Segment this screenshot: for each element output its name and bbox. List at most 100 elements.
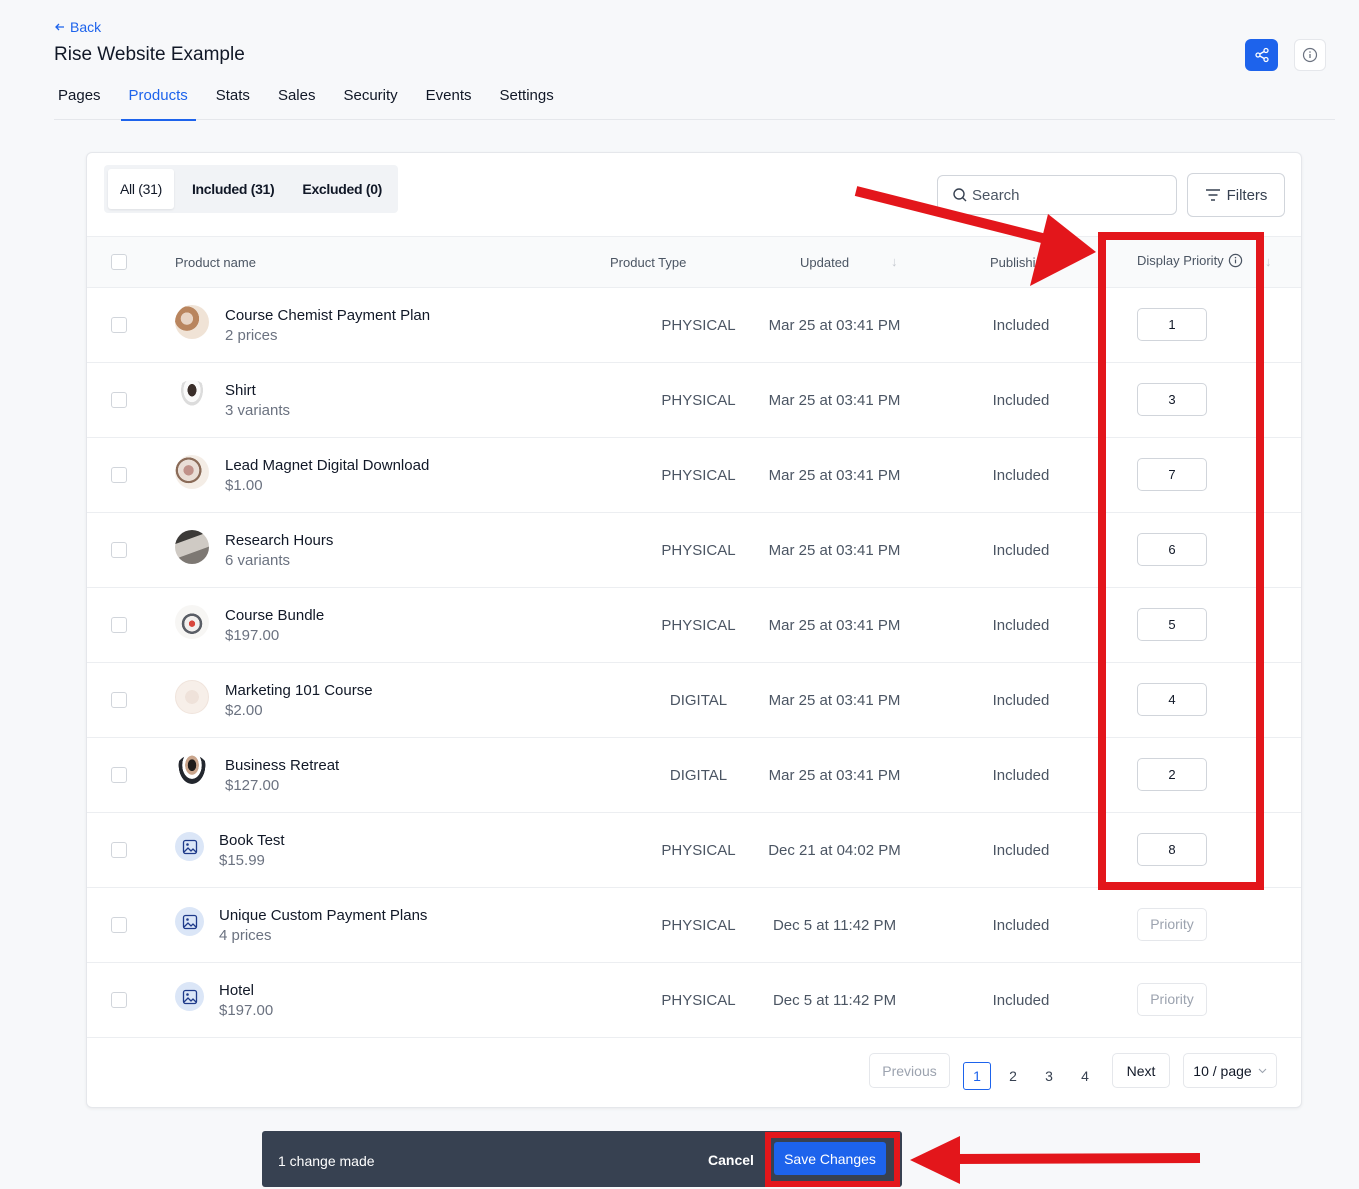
save-changes-button[interactable]: Save Changes	[774, 1142, 886, 1175]
product-name[interactable]: Course Bundle	[225, 607, 324, 624]
page-2-button[interactable]: 2	[999, 1062, 1027, 1090]
chevron-down-icon	[1258, 1068, 1267, 1073]
arrow-to-save	[954, 1153, 1201, 1164]
product-name[interactable]: Research Hours	[225, 532, 333, 549]
row-checkbox[interactable]	[111, 767, 127, 783]
tab-sales[interactable]: Sales	[274, 84, 320, 120]
product-name[interactable]: Shirt	[225, 382, 256, 399]
filter-all[interactable]: All (31)	[108, 169, 174, 209]
next-page-button[interactable]: Next	[1112, 1053, 1170, 1088]
product-thumbnail	[175, 605, 209, 639]
sort-priority-icon[interactable]: ↓	[1265, 254, 1272, 269]
priority-input[interactable]	[1137, 683, 1207, 716]
product-publishing: Included	[992, 917, 1050, 934]
back-label: Back	[70, 19, 102, 35]
product-name[interactable]: Lead Magnet Digital Download	[225, 457, 429, 474]
row-checkbox[interactable]	[111, 542, 127, 558]
product-name[interactable]: Marketing 101 Course	[225, 682, 373, 699]
search-input[interactable]	[972, 186, 1162, 204]
product-sub: $197.00	[225, 627, 280, 644]
table-row: Course Bundle $197.00 PHYSICAL Mar 25 at…	[87, 588, 1301, 663]
priority-input[interactable]	[1137, 908, 1207, 941]
product-thumbnail	[175, 755, 209, 789]
product-thumbnail	[175, 455, 209, 489]
tab-settings[interactable]: Settings	[496, 84, 558, 120]
product-sub: $197.00	[219, 1002, 274, 1019]
priority-input[interactable]	[1137, 983, 1207, 1016]
info-icon[interactable]	[1228, 253, 1243, 268]
priority-input[interactable]	[1137, 758, 1207, 791]
table-row: Business Retreat $127.00 DIGITAL Mar 25 …	[87, 738, 1301, 813]
product-updated: Mar 25 at 03:41 PM	[768, 317, 901, 334]
search-icon	[953, 188, 967, 202]
table-row: Unique Custom Payment Plans 4 prices PHY…	[87, 888, 1301, 963]
info-icon	[1302, 47, 1318, 63]
main-tabs: Pages Products Stats Sales Security Even…	[54, 84, 1335, 121]
page-title: Rise Website Example	[54, 44, 245, 65]
table-row: Hotel $197.00 PHYSICAL Dec 5 at 11:42 PM…	[87, 963, 1301, 1038]
priority-input[interactable]	[1137, 308, 1207, 341]
priority-input[interactable]	[1137, 533, 1207, 566]
row-checkbox[interactable]	[111, 617, 127, 633]
image-placeholder-icon	[175, 982, 204, 1011]
table-row: Book Test $15.99 PHYSICAL Dec 21 at 04:0…	[87, 813, 1301, 888]
select-all-checkbox[interactable]	[111, 254, 127, 270]
back-link[interactable]: Back	[54, 19, 101, 35]
tab-products[interactable]: Products	[120, 84, 196, 121]
col-display-priority-label: Display Priority	[1137, 253, 1224, 268]
priority-input[interactable]	[1137, 833, 1207, 866]
sort-updated-icon[interactable]: ↓	[891, 254, 898, 269]
product-name[interactable]: Course Chemist Payment Plan	[225, 307, 430, 324]
product-publishing: Included	[992, 767, 1050, 784]
product-name[interactable]: Hotel	[219, 982, 254, 999]
priority-input[interactable]	[1137, 608, 1207, 641]
filter-lines-icon	[1205, 189, 1220, 201]
product-sub: 6 variants	[225, 552, 291, 569]
product-name[interactable]: Unique Custom Payment Plans	[219, 907, 427, 924]
change-count-text: 1 change made	[278, 1153, 375, 1169]
row-checkbox[interactable]	[111, 392, 127, 408]
table-row: Shirt 3 variants PHYSICAL Mar 25 at 03:4…	[87, 363, 1301, 438]
cancel-button[interactable]: Cancel	[708, 1152, 754, 1168]
product-publishing: Included	[992, 542, 1050, 559]
row-checkbox[interactable]	[111, 917, 127, 933]
share-button[interactable]	[1245, 39, 1278, 71]
tab-stats[interactable]: Stats	[212, 84, 254, 120]
product-sub: $1.00	[225, 477, 263, 494]
page-1-button[interactable]: 1	[963, 1062, 991, 1090]
product-publishing: Included	[992, 992, 1050, 1009]
tab-pages[interactable]: Pages	[54, 84, 105, 120]
previous-page-button[interactable]: Previous	[869, 1053, 950, 1088]
filters-button[interactable]: Filters	[1187, 173, 1285, 217]
row-checkbox[interactable]	[111, 317, 127, 333]
page-4-button[interactable]: 4	[1071, 1062, 1099, 1090]
image-placeholder-icon	[175, 832, 204, 861]
filter-excluded[interactable]: Excluded (0)	[290, 169, 394, 209]
product-sub: $127.00	[225, 777, 280, 794]
product-sub: 3 variants	[225, 402, 291, 419]
product-thumbnail	[175, 530, 209, 564]
product-publishing: Included	[992, 692, 1050, 709]
row-checkbox[interactable]	[111, 992, 127, 1008]
filter-included[interactable]: Included (31)	[180, 169, 286, 209]
col-product-name: Product name	[175, 255, 256, 270]
product-thumbnail	[175, 380, 209, 414]
row-checkbox[interactable]	[111, 467, 127, 483]
product-sub: 4 prices	[219, 927, 272, 944]
product-updated: Mar 25 at 03:41 PM	[768, 542, 901, 559]
product-publishing: Included	[992, 617, 1050, 634]
tab-events[interactable]: Events	[422, 84, 476, 120]
page-3-button[interactable]: 3	[1035, 1062, 1063, 1090]
priority-input[interactable]	[1137, 458, 1207, 491]
col-updated[interactable]: Updated	[800, 255, 849, 270]
per-page-select[interactable]: 10 / page	[1183, 1053, 1277, 1088]
product-sub: 2 prices	[225, 327, 278, 344]
product-name[interactable]: Business Retreat	[225, 757, 339, 774]
info-button[interactable]	[1294, 39, 1326, 71]
tab-security[interactable]: Security	[339, 84, 401, 120]
product-name[interactable]: Book Test	[219, 832, 285, 849]
row-checkbox[interactable]	[111, 842, 127, 858]
priority-input[interactable]	[1137, 383, 1207, 416]
row-checkbox[interactable]	[111, 692, 127, 708]
table-row: Lead Magnet Digital Download $1.00 PHYSI…	[87, 438, 1301, 513]
